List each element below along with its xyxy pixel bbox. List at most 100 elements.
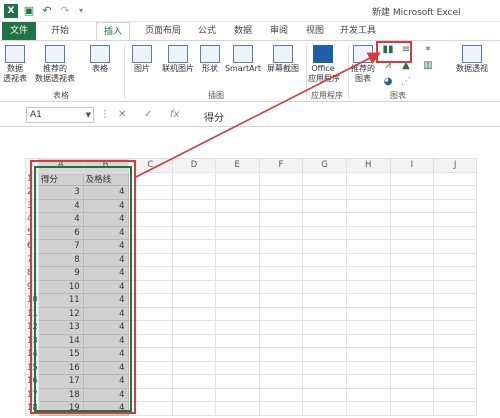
column-header-g[interactable]: G bbox=[302, 158, 347, 173]
row-header[interactable]: 15 bbox=[25, 360, 39, 375]
cell-empty[interactable] bbox=[127, 212, 174, 227]
cell-b[interactable]: 4 bbox=[82, 212, 129, 227]
row-header[interactable]: 4 bbox=[25, 212, 39, 227]
cell-empty[interactable] bbox=[172, 293, 216, 308]
cell-empty[interactable] bbox=[214, 374, 260, 389]
cell-empty[interactable] bbox=[433, 387, 477, 402]
cell-a[interactable]: 3 bbox=[37, 185, 84, 200]
cell-empty[interactable] bbox=[389, 293, 435, 308]
cell-empty[interactable] bbox=[302, 333, 347, 348]
cell-empty[interactable] bbox=[345, 387, 391, 402]
cell-a[interactable]: 19 bbox=[37, 401, 84, 416]
cell-a[interactable]: 8 bbox=[37, 252, 84, 267]
cell-empty[interactable] bbox=[258, 171, 304, 186]
cell-empty[interactable] bbox=[214, 333, 260, 348]
cell-empty[interactable] bbox=[345, 374, 391, 389]
cell-empty[interactable] bbox=[345, 239, 391, 254]
cell-a[interactable]: 13 bbox=[37, 320, 84, 335]
cell-empty[interactable] bbox=[302, 171, 347, 186]
cell-empty[interactable] bbox=[127, 374, 174, 389]
cancel-icon[interactable]: ✕ bbox=[118, 109, 126, 120]
chevron-down-icon[interactable]: ▼ bbox=[86, 108, 91, 122]
tab-data[interactable]: 数据 bbox=[226, 22, 260, 40]
cell-empty[interactable] bbox=[258, 266, 304, 281]
customize-qa-icon[interactable]: ▾ bbox=[74, 4, 88, 18]
row-header[interactable]: 11 bbox=[25, 306, 39, 321]
cell-empty[interactable] bbox=[127, 387, 174, 402]
picture-button[interactable]: 图片 bbox=[128, 45, 156, 74]
office-apps-button[interactable]: Office 应用程序 bbox=[308, 45, 340, 84]
cell-empty[interactable] bbox=[127, 320, 174, 335]
row-header[interactable]: 16 bbox=[25, 374, 39, 389]
cell-empty[interactable] bbox=[172, 252, 216, 267]
cell-empty[interactable] bbox=[302, 401, 347, 416]
cell-empty[interactable] bbox=[433, 171, 477, 186]
cell-empty[interactable] bbox=[433, 360, 477, 375]
cell-empty[interactable] bbox=[433, 198, 477, 213]
column-header-a[interactable]: A bbox=[37, 158, 84, 173]
column-header-f[interactable]: F bbox=[258, 158, 304, 173]
cell-empty[interactable] bbox=[389, 225, 435, 240]
cell-a[interactable]: 6 bbox=[37, 225, 84, 240]
column-header-b[interactable]: B bbox=[82, 158, 129, 173]
cell-empty[interactable] bbox=[127, 252, 174, 267]
cell-empty[interactable] bbox=[433, 320, 477, 335]
cell-empty[interactable] bbox=[433, 401, 477, 416]
cell-empty[interactable] bbox=[214, 320, 260, 335]
row-header[interactable]: 1 bbox=[25, 171, 39, 186]
cell-empty[interactable] bbox=[172, 306, 216, 321]
cell-a[interactable]: 4 bbox=[37, 212, 84, 227]
pivot-table-button[interactable]: 数据 透视表 bbox=[2, 45, 28, 84]
cell-empty[interactable] bbox=[214, 306, 260, 321]
column-header-e[interactable]: E bbox=[214, 158, 260, 173]
cell-empty[interactable] bbox=[433, 212, 477, 227]
cell-empty[interactable] bbox=[214, 293, 260, 308]
cell-empty[interactable] bbox=[258, 320, 304, 335]
smartart-button[interactable]: SmartArt bbox=[222, 45, 264, 74]
tab-file[interactable]: 文件 bbox=[2, 22, 36, 40]
cell-empty[interactable] bbox=[127, 293, 174, 308]
cell-empty[interactable] bbox=[302, 212, 347, 227]
cell-b[interactable]: 4 bbox=[82, 293, 129, 308]
cell-empty[interactable] bbox=[214, 387, 260, 402]
cell-a[interactable]: 16 bbox=[37, 360, 84, 375]
cell-empty[interactable] bbox=[172, 333, 216, 348]
cell-empty[interactable] bbox=[302, 185, 347, 200]
cell-empty[interactable] bbox=[258, 306, 304, 321]
cell-empty[interactable] bbox=[172, 347, 216, 362]
scatter-chart-icon[interactable]: ⋰ bbox=[398, 77, 414, 89]
cell-empty[interactable] bbox=[345, 225, 391, 240]
cell-empty[interactable] bbox=[302, 279, 347, 294]
cell-empty[interactable] bbox=[214, 239, 260, 254]
cell-empty[interactable] bbox=[389, 360, 435, 375]
cell-empty[interactable] bbox=[127, 266, 174, 281]
cell-empty[interactable] bbox=[345, 212, 391, 227]
cell-b[interactable]: 4 bbox=[82, 279, 129, 294]
cell-empty[interactable] bbox=[302, 293, 347, 308]
cell-a[interactable]: 11 bbox=[37, 293, 84, 308]
cell-a[interactable]: 7 bbox=[37, 239, 84, 254]
cell-empty[interactable] bbox=[389, 239, 435, 254]
cell-empty[interactable] bbox=[258, 185, 304, 200]
online-picture-button[interactable]: 联机图片 bbox=[158, 45, 198, 74]
cell-empty[interactable] bbox=[127, 306, 174, 321]
cell-empty[interactable] bbox=[433, 185, 477, 200]
cell-empty[interactable] bbox=[258, 401, 304, 416]
cell-empty[interactable] bbox=[302, 198, 347, 213]
cell-empty[interactable] bbox=[214, 212, 260, 227]
cell-empty[interactable] bbox=[345, 185, 391, 200]
pie-chart-icon[interactable]: ◕ bbox=[380, 77, 396, 89]
cell-empty[interactable] bbox=[302, 239, 347, 254]
name-box[interactable]: A1 ▼ bbox=[26, 107, 94, 123]
cell-a[interactable]: 4 bbox=[37, 198, 84, 213]
row-header[interactable]: 8 bbox=[25, 266, 39, 281]
cell-empty[interactable] bbox=[258, 252, 304, 267]
cell-empty[interactable] bbox=[345, 171, 391, 186]
cell-b[interactable]: 4 bbox=[82, 401, 129, 416]
table-button[interactable]: 表格 bbox=[86, 45, 114, 74]
cell-empty[interactable] bbox=[127, 401, 174, 416]
cell-empty[interactable] bbox=[258, 387, 304, 402]
cell-b[interactable]: 4 bbox=[82, 333, 129, 348]
cell-empty[interactable] bbox=[389, 387, 435, 402]
cell-a[interactable]: 9 bbox=[37, 266, 84, 281]
